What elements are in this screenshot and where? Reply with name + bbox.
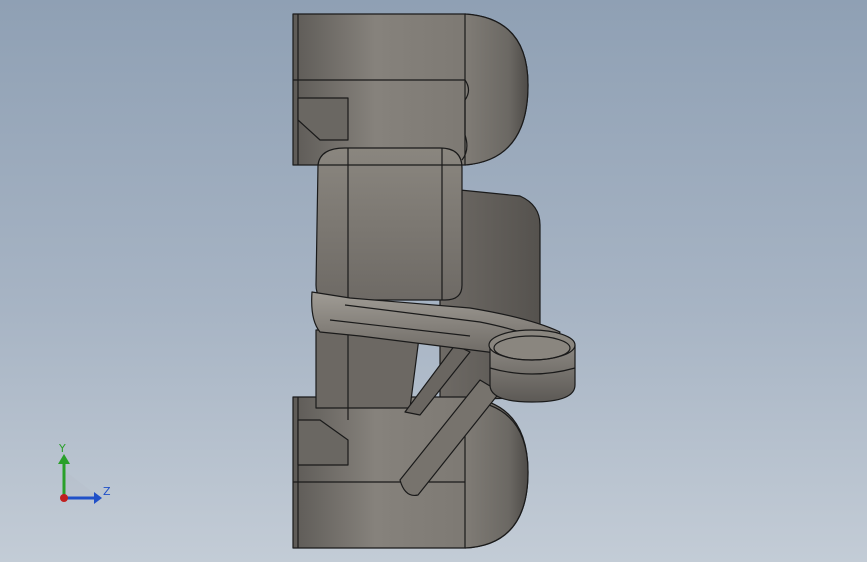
graphics-viewport[interactable]: Y Z [0,0,867,562]
center-block [315,147,463,301]
y-arrow [58,454,70,464]
z-axis-label: Z [103,485,111,498]
z-arrow [94,492,102,504]
part-model[interactable] [0,0,867,562]
y-axis-label: Y [59,442,66,455]
x-axis-origin [60,494,68,502]
top-dome [464,13,529,166]
